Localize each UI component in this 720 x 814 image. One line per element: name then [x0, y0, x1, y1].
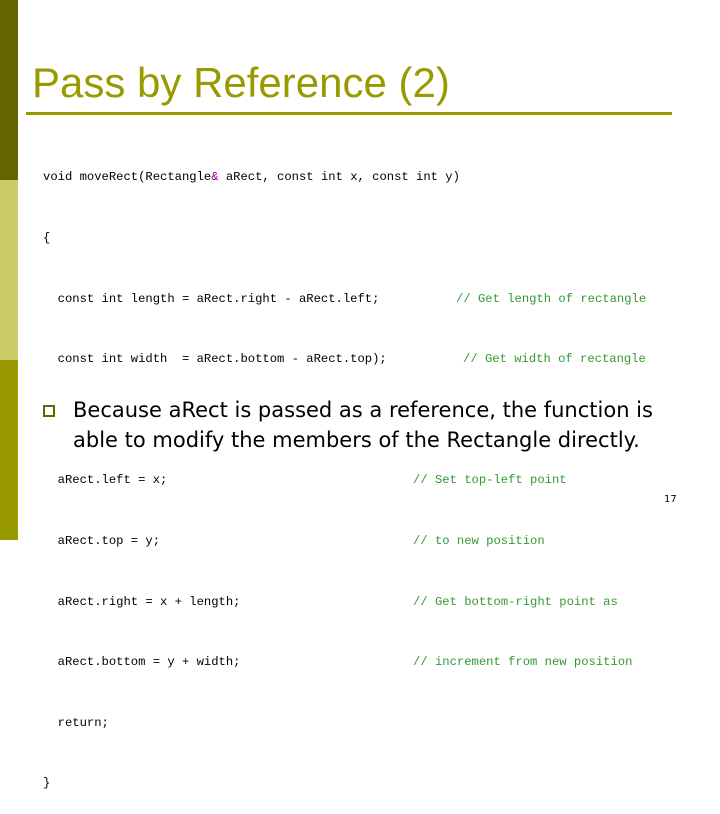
side-accent-bar: [0, 0, 18, 540]
code-line-width: const int width = aRect.bottom - aRect.t…: [43, 349, 646, 369]
code-text: aRect.left = x;: [43, 473, 168, 488]
code-text: aRect.top = y;: [43, 533, 161, 548]
code-text: aRect, const int x, const int y): [218, 170, 460, 185]
code-line-body: return;: [43, 715, 109, 730]
code-comment: // Get width of rectangle: [463, 352, 646, 367]
code-text: void moveRect(Rectangle: [43, 170, 212, 185]
title-underline: [26, 112, 672, 115]
code-line-body: aRect.top = y; // to new position: [43, 531, 545, 551]
code-comment: // increment from new position: [413, 655, 633, 670]
code-line-signature: void moveRect(Rectangle& aRect, const in…: [43, 167, 460, 187]
code-text: const int width = aRect.bottom - aRect.t…: [43, 352, 387, 367]
code-line-body: aRect.bottom = y + width; // increment fr…: [43, 652, 633, 672]
code-text: aRect.bottom = y + width;: [43, 655, 241, 670]
code-block: void moveRect(Rectangle& aRect, const in…: [43, 127, 647, 814]
side-bar-segment-middle: [0, 180, 18, 360]
reference-ampersand: &: [211, 170, 219, 185]
code-line-body: aRect.left = x; // Set top-left point: [43, 470, 567, 490]
code-comment: // Set top-left point: [413, 473, 567, 488]
slide-title: Pass by Reference (2): [32, 59, 450, 106]
square-bullet-icon: [43, 405, 55, 417]
page-number: 17: [664, 494, 677, 505]
code-text: const int length = aRect.right - aRect.l…: [43, 291, 380, 306]
side-bar-segment-bottom: [0, 360, 18, 540]
code-comment: // Get length of rectangle: [456, 291, 647, 306]
code-line-length: const int length = aRect.right - aRect.l…: [43, 289, 647, 309]
code-line-body: aRect.right = x + length; // Get bottom-r…: [43, 592, 618, 612]
code-comment: // to new position: [413, 533, 545, 548]
code-line-open-brace: {: [43, 231, 51, 245]
code-comment: // Get bottom-right point as: [413, 594, 618, 609]
side-bar-segment-top: [0, 0, 18, 180]
bullet-text: Because aRect is passed as a reference, …: [73, 398, 653, 452]
code-text: aRect.right = x + length;: [43, 594, 241, 609]
code-line-close-brace: }: [43, 776, 51, 791]
